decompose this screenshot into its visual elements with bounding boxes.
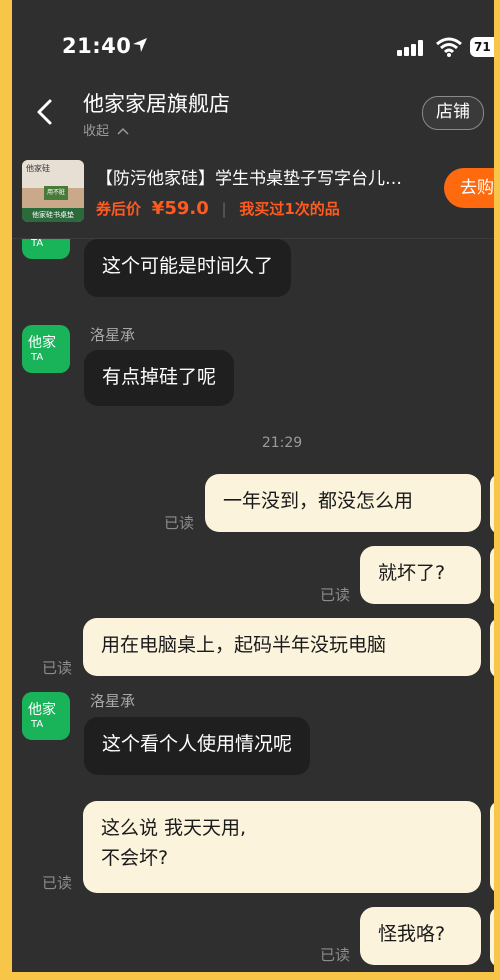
chat-screen: 21:40 71 他家家居旗舰店 收起 店铺 他家硅 用不脏 他家硅书桌垫 【防… bbox=[12, 0, 494, 972]
status-bar: 21:40 71 bbox=[12, 0, 494, 80]
message-text-line: 这么说 我天天用, bbox=[101, 817, 247, 839]
read-receipt: 已读 bbox=[320, 946, 351, 964]
read-receipt: 已读 bbox=[42, 659, 73, 677]
collapse-toggle[interactable]: 收起 bbox=[83, 120, 129, 139]
read-receipt: 已读 bbox=[42, 874, 73, 892]
sender-name: 洛星承 bbox=[90, 692, 136, 710]
thumb-brand: 他家硅 bbox=[26, 164, 50, 173]
message-bubble-out[interactable]: 就坏了? bbox=[360, 546, 481, 604]
message-bubble-in[interactable]: 这个可能是时间久了 bbox=[84, 239, 292, 297]
thumb-caption: 他家硅书桌垫 bbox=[22, 208, 84, 222]
read-receipt: 已读 bbox=[320, 586, 351, 604]
message-bubble-out[interactable]: 怪我咯? bbox=[360, 907, 481, 965]
product-title[interactable]: 【防污他家硅】学生书桌垫子写字台儿… bbox=[96, 164, 436, 189]
product-card[interactable]: 他家硅 用不脏 他家硅书桌垫 【防污他家硅】学生书桌垫子写字台儿… 券后价 ¥5… bbox=[12, 152, 494, 239]
cellular-signal-icon bbox=[397, 40, 427, 60]
offscreen-bubble-edge bbox=[490, 618, 494, 678]
battery-indicator: 71 bbox=[470, 37, 494, 57]
message-bubble-in[interactable]: 有点掉硅了呢 bbox=[84, 350, 235, 406]
offscreen-bubble-edge bbox=[490, 546, 494, 606]
price-value: ¥59.0 bbox=[151, 198, 209, 219]
avatar[interactable]: 他家 TA bbox=[22, 325, 70, 373]
bought-badge: 我买过1次的品 bbox=[239, 200, 340, 218]
store-button[interactable]: 店铺 bbox=[422, 96, 484, 130]
buy-button[interactable]: 去购 bbox=[444, 168, 494, 208]
message-bubble-out[interactable]: 一年没到，都没怎么用 bbox=[205, 474, 481, 532]
location-arrow-icon bbox=[132, 37, 148, 57]
chevron-up-icon bbox=[117, 124, 129, 139]
message-text-line: 不会坏? bbox=[101, 847, 169, 869]
shop-name[interactable]: 他家家居旗舰店 bbox=[83, 88, 230, 118]
offscreen-bubble-edge bbox=[490, 801, 494, 893]
status-time: 21:40 bbox=[62, 34, 132, 58]
sender-name: 洛星承 bbox=[90, 326, 136, 344]
back-icon[interactable] bbox=[34, 98, 56, 130]
price-label: 券后价 bbox=[96, 200, 142, 218]
message-bubble-out[interactable]: 用在电脑桌上，起码半年没玩电脑 bbox=[83, 618, 481, 676]
offscreen-bubble-edge bbox=[490, 907, 494, 967]
read-receipt: 已读 bbox=[164, 514, 195, 532]
wifi-icon bbox=[436, 37, 462, 61]
timestamp: 21:29 bbox=[261, 435, 303, 451]
product-thumbnail[interactable]: 他家硅 用不脏 他家硅书桌垫 bbox=[22, 160, 84, 222]
offscreen-bubble-edge bbox=[490, 474, 494, 534]
message-list[interactable]: 他家 TA 这个可能是时间久了 他家 TA 洛星承 有点掉硅了呢 21:29 已… bbox=[12, 239, 494, 972]
avatar[interactable]: 他家 TA bbox=[22, 239, 70, 259]
product-price-line: 券后价 ¥59.0 | 我买过1次的品 bbox=[96, 198, 340, 219]
thumb-tag: 用不脏 bbox=[44, 186, 68, 200]
chat-header: 他家家居旗舰店 收起 店铺 bbox=[12, 80, 494, 144]
avatar[interactable]: 他家 TA bbox=[22, 692, 70, 740]
message-bubble-out[interactable]: 这么说 我天天用, 不会坏? bbox=[83, 801, 481, 893]
divider: | bbox=[221, 200, 227, 218]
message-bubble-in[interactable]: 这个看个人使用情况呢 bbox=[84, 717, 311, 775]
collapse-label: 收起 bbox=[83, 124, 110, 139]
